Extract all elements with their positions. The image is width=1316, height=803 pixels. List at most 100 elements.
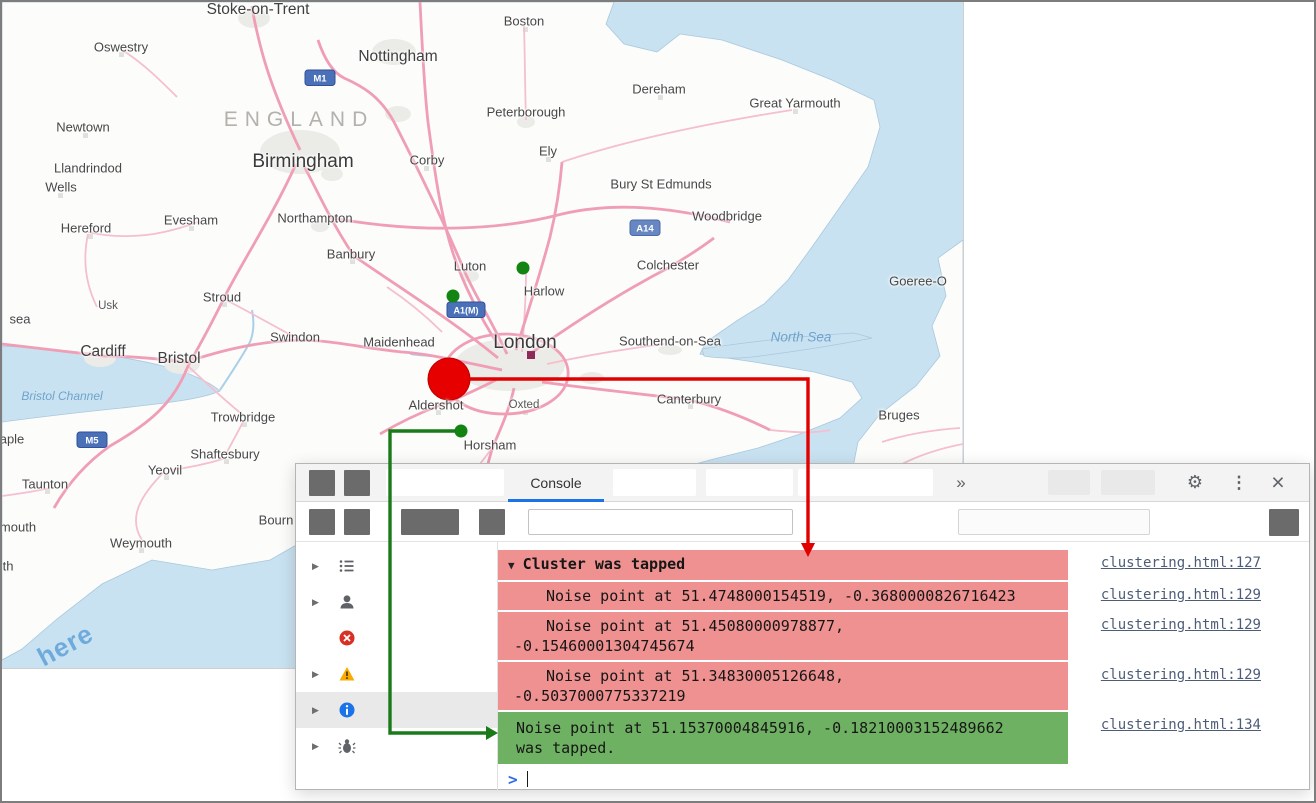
map-label: Aldershot — [408, 397, 464, 413]
redacted-eye-button[interactable] — [479, 509, 505, 535]
map-label: Usk — [98, 300, 118, 312]
redacted-context-select[interactable] — [401, 509, 459, 535]
map-label: mouth — [2, 519, 37, 535]
map-label: Trowbridge — [210, 409, 276, 425]
console-prompt[interactable]: > — [498, 766, 1309, 790]
redacted-control[interactable] — [1101, 470, 1155, 495]
map-label: Newtown — [56, 119, 110, 135]
map-label: Bruges — [878, 407, 920, 423]
redacted-control[interactable] — [1048, 470, 1090, 495]
map-label: Birmingham — [252, 151, 354, 172]
map-label: Bourn — [258, 512, 294, 528]
source-link[interactable]: clustering.html:129 — [1101, 617, 1261, 633]
map-label: ENGLAND — [223, 108, 375, 131]
map-label: Bristol — [157, 350, 201, 367]
console-toolbar — [296, 502, 1309, 542]
map-label: Stoke-on-Trent — [206, 2, 310, 18]
console-body: ▶ ▶ ▶ ▶ ▶ ▼ Cluster was tapped clusterin… — [296, 542, 1309, 790]
source-location-cell: clustering.html:134 — [1068, 712, 1309, 764]
source-location-cell: clustering.html:129 — [1068, 612, 1309, 660]
expander-icon[interactable]: ▶ — [312, 561, 328, 572]
expander-icon[interactable]: ▶ — [312, 669, 328, 680]
map-label: Wells — [45, 179, 77, 195]
redacted-tab[interactable] — [386, 469, 504, 496]
source-link[interactable]: clustering.html:134 — [1101, 717, 1261, 733]
map-label: Luton — [453, 258, 487, 274]
warning-icon — [339, 667, 355, 681]
console-message-text: ▼ Cluster was tapped — [498, 550, 1068, 580]
expander-icon[interactable]: ▶ — [312, 705, 328, 716]
map-label: Peterborough — [486, 104, 566, 120]
map-label: Shaftesbury — [190, 446, 260, 462]
map-label: Swindon — [270, 329, 320, 345]
map-label: Nottingham — [358, 48, 438, 65]
map-label: North Sea — [770, 329, 832, 345]
map-label: Boston — [503, 13, 545, 29]
devtools-panel: Console » ⚙ ⋮ × ▶ ▶ ▶ ▶ ▶ ▼ Cluster was … — [295, 463, 1310, 790]
gear-icon[interactable]: ⚙ — [1180, 464, 1210, 501]
map-label: Maidenhead — [363, 334, 435, 350]
source-link[interactable]: clustering.html:129 — [1101, 667, 1261, 683]
redacted-settings-button[interactable] — [1269, 509, 1299, 536]
map-label: Canterbury — [656, 391, 722, 407]
map-label: Cardiff — [80, 343, 126, 360]
map-label: Ely — [538, 143, 558, 159]
more-tabs-icon[interactable]: » — [948, 464, 974, 501]
group-disclosure-icon[interactable]: ▼ — [508, 559, 515, 572]
info-icon — [339, 702, 355, 718]
map-label: Dereham — [632, 81, 686, 97]
text-caret — [526, 771, 528, 787]
console-message-text: Noise point at 51.4748000154519, -0.3680… — [498, 582, 1068, 610]
console-log: ▼ Cluster was tapped clustering.html:127 No… — [498, 542, 1309, 790]
redacted-tab[interactable] — [613, 469, 696, 496]
screenshot-canvas: M1 A14 A1(M) M5 Stoke-on-Trent Oswestry No… — [0, 0, 1316, 803]
map-label: Northampton — [277, 210, 353, 226]
sidebar-item-errors[interactable] — [296, 620, 497, 656]
source-location-cell: clustering.html:129 — [1068, 582, 1309, 610]
map-label: th — [2, 558, 14, 574]
map-label: Yeovil — [147, 462, 183, 478]
list-icon — [339, 560, 354, 572]
map-label: London — [493, 332, 557, 353]
sidebar-item-info[interactable]: ▶ — [296, 692, 497, 728]
sidebar-item-user-messages[interactable]: ▶ — [296, 584, 497, 620]
kebab-menu-icon[interactable]: ⋮ — [1226, 464, 1252, 501]
console-message-row: ▼ Cluster was tapped clustering.html:127 — [498, 550, 1309, 582]
redacted-tab[interactable] — [706, 469, 793, 496]
sidebar-item-messages[interactable]: ▶ — [296, 548, 497, 584]
expander-icon[interactable]: ▶ — [312, 741, 328, 752]
redacted-button[interactable] — [344, 509, 370, 535]
close-icon[interactable]: × — [1262, 464, 1294, 501]
map-label: Hereford — [60, 220, 112, 236]
map-label: Corby — [409, 152, 445, 168]
redacted-inspect-button[interactable] — [309, 470, 335, 496]
sidebar-item-verbose[interactable]: ▶ — [296, 728, 497, 764]
map-label: Great Yarmouth — [749, 95, 841, 111]
console-message-row: Noise point at 51.34830005126648, -0.5037… — [498, 662, 1309, 712]
source-link[interactable]: clustering.html:127 — [1101, 555, 1261, 571]
map-label: Llandrindod — [54, 160, 122, 176]
map-label: Taunton — [21, 476, 69, 492]
source-link[interactable]: clustering.html:129 — [1101, 587, 1261, 603]
map-label: Bristol Channel — [21, 389, 103, 403]
redacted-device-button[interactable] — [344, 470, 370, 496]
redacted-tab[interactable] — [798, 469, 933, 496]
map-label: sea — [9, 311, 31, 327]
console-message-row: Noise point at 51.45080000978877, -0.1546… — [498, 612, 1309, 662]
sidebar-item-warnings[interactable]: ▶ — [296, 656, 497, 692]
bug-icon — [338, 739, 356, 754]
console-filter-input[interactable] — [528, 509, 793, 535]
map-label: Banbury — [326, 246, 376, 262]
expander-icon[interactable]: ▶ — [312, 597, 328, 608]
map-label: Bury St Edmunds — [610, 176, 712, 192]
error-icon — [339, 630, 355, 646]
source-location-cell: clustering.html:129 — [1068, 662, 1309, 710]
map-label: Goeree-O — [889, 273, 947, 289]
map-label: Oxted — [508, 399, 540, 411]
map-label: Oswestry — [93, 39, 149, 55]
prompt-chevron-icon: > — [508, 769, 518, 789]
tab-console[interactable]: Console — [508, 464, 604, 501]
redacted-clear-button[interactable] — [309, 509, 335, 535]
console-message-text: Noise point at 51.45080000978877, -0.1546… — [498, 612, 1068, 660]
redacted-levels-dropdown[interactable] — [958, 509, 1150, 535]
